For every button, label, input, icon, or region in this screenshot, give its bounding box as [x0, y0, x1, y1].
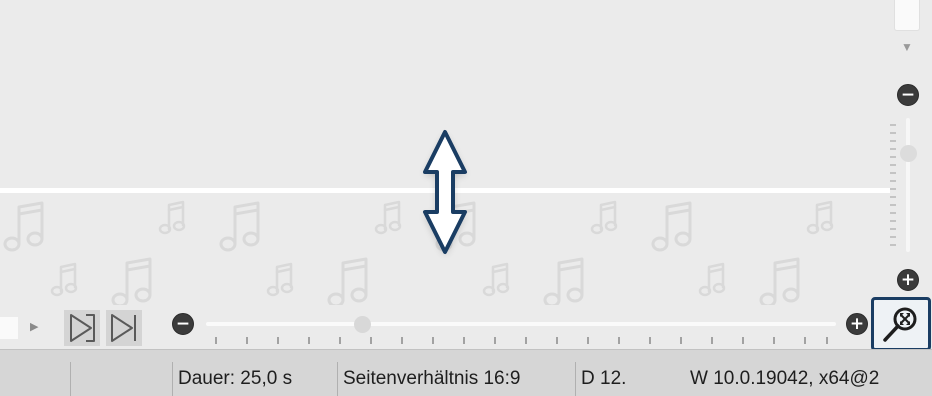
minus-icon: − — [900, 85, 916, 105]
status-separator — [337, 362, 338, 396]
plus-icon: + — [849, 314, 865, 334]
play-small-icon[interactable]: ▶ — [30, 318, 42, 336]
plus-icon: + — [900, 270, 916, 290]
vertical-zoom-slider-knob[interactable] — [900, 145, 917, 162]
status-separator — [575, 362, 576, 396]
horizontal-zoom-out-button[interactable]: − — [172, 313, 194, 335]
mark-in-button[interactable] — [64, 310, 100, 346]
skip-to-end-icon — [111, 314, 136, 342]
mark-in-icon — [70, 314, 95, 342]
vertical-zoom-in-button[interactable]: + — [897, 269, 919, 291]
vertical-zoom-out-button[interactable]: − — [897, 84, 919, 106]
vertical-scrollbar-thumb[interactable] — [894, 0, 920, 31]
vertical-zoom-ticks — [890, 124, 896, 246]
skip-to-end-button[interactable] — [106, 310, 142, 346]
status-aspect-ratio: Seitenverhältnis 16:9 — [343, 368, 521, 389]
zoom-to-fit-button[interactable] — [871, 297, 931, 351]
zoom-to-fit-icon — [883, 307, 917, 342]
scroll-down-arrow-icon[interactable]: ▼ — [899, 40, 915, 54]
vertical-resize-cursor-icon — [412, 124, 478, 260]
status-version: W 10.0.19042, x64@2 — [690, 368, 880, 389]
horizontal-scrollbar-stub[interactable] — [0, 317, 18, 339]
status-duration: Dauer: 25,0 s — [178, 368, 293, 389]
status-separator — [172, 362, 173, 396]
minus-icon: − — [175, 314, 191, 334]
status-date: D 12. — [581, 368, 627, 389]
status-bar: Dauer: 25,0 s Seitenverhältnis 16:9 D 12… — [0, 349, 932, 396]
horizontal-zoom-in-button[interactable]: + — [846, 313, 868, 335]
horizontal-zoom-ticks — [215, 337, 828, 344]
status-separator — [70, 362, 71, 396]
horizontal-zoom-slider-knob[interactable] — [354, 316, 371, 333]
horizontal-zoom-slider[interactable] — [206, 322, 836, 326]
vertical-zoom-slider[interactable] — [906, 118, 910, 252]
